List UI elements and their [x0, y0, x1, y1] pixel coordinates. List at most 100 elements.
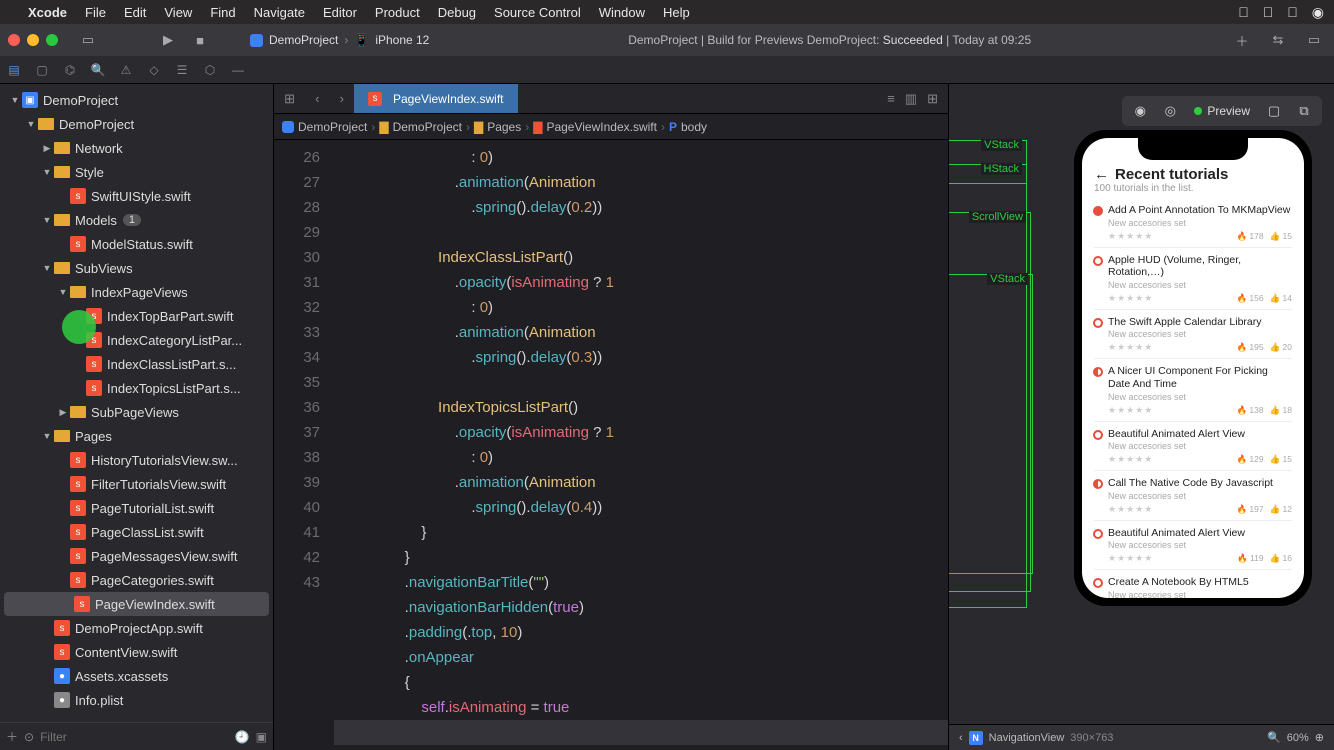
tree-node[interactable]: sModelStatus.swift [0, 232, 273, 256]
app-menu[interactable]: Xcode [28, 5, 67, 20]
recent-files-icon[interactable]: 🕘 [235, 730, 250, 744]
filter-input[interactable] [40, 730, 229, 744]
tree-node[interactable]: ▼▣DemoProject [0, 88, 273, 112]
run-button[interactable]: ▶ [156, 30, 180, 50]
debug-navigator-tab[interactable]: ☰ [174, 63, 190, 77]
menu-edit[interactable]: Edit [124, 5, 146, 20]
menu-navigate[interactable]: Navigate [254, 5, 305, 20]
preview-duplicate-button[interactable]: ⧉ [1292, 100, 1316, 122]
control-center-icon[interactable]: 􀜊 [1287, 4, 1298, 21]
spotlight-icon[interactable]: 􀊫 [1263, 4, 1274, 21]
add-button[interactable]: ＋ [1230, 30, 1254, 50]
scm-filter-icon[interactable]: ▣ [256, 730, 267, 744]
statusbar-zoom[interactable]: 60% [1287, 732, 1309, 744]
toggle-inspector-button[interactable]: ▭ [1302, 30, 1326, 50]
menu-debug[interactable]: Debug [438, 5, 476, 20]
tree-node[interactable]: ▼DemoProject [0, 112, 273, 136]
menu-file[interactable]: File [85, 5, 106, 20]
preview-play-button[interactable]: ◉ [1128, 100, 1152, 122]
nav-back-button[interactable]: ‹ [315, 91, 319, 106]
adjust-editor-icon[interactable]: ▥ [905, 91, 917, 107]
menu-find[interactable]: Find [210, 5, 235, 20]
jumpbar-seg[interactable]: Pages [487, 120, 521, 134]
tree-node[interactable]: sPageCategories.swift [0, 568, 273, 592]
filter-scope-icon[interactable]: ⊙ [24, 730, 34, 744]
symbol-navigator-tab[interactable]: ⌬ [62, 63, 78, 77]
minimap-toggle-icon[interactable]: ≡ [887, 91, 895, 106]
file-tree[interactable]: ▼▣DemoProject▼DemoProject▶Network▼Styles… [0, 84, 273, 722]
jumpbar-seg[interactable]: DemoProject [393, 120, 462, 134]
source-control-navigator-tab[interactable]: ▢ [34, 63, 50, 77]
back-icon[interactable]: ← [1094, 166, 1109, 183]
zoom-window-button[interactable] [46, 34, 58, 46]
tree-node[interactable]: ▶SubPageViews [0, 400, 273, 424]
zoom-in-icon[interactable]: ⊕ [1315, 731, 1324, 744]
tree-node[interactable]: ▼IndexPageViews [0, 280, 273, 304]
add-editor-icon[interactable]: ⊞ [927, 91, 938, 107]
related-items-button[interactable]: ⊞ [284, 91, 295, 107]
wifi-icon[interactable]: 􀙇 [1238, 4, 1249, 21]
tree-node[interactable]: sSwiftUIStyle.swift [0, 184, 273, 208]
tree-node[interactable]: sIndexCategoryListPar... [0, 328, 273, 352]
tree-node[interactable]: sDemoProjectApp.swift [0, 616, 273, 640]
menu-view[interactable]: View [164, 5, 192, 20]
tree-node[interactable]: ▼Style [0, 160, 273, 184]
tree-node[interactable]: ▶Network [0, 136, 273, 160]
tree-node[interactable]: sIndexTopicsListPart.s... [0, 376, 273, 400]
preview-list[interactable]: Add A Point Annotation To MKMapViewNew a… [1082, 198, 1304, 598]
device-screen[interactable]: ←Recent tutorials 100 tutorials in the l… [1082, 138, 1304, 598]
report-navigator-tab[interactable]: — [230, 63, 246, 77]
zoom-out-icon[interactable]: 🔍 [1267, 731, 1281, 744]
list-item[interactable]: Beautiful Animated Alert ViewNew accesor… [1094, 521, 1292, 571]
breakpoint-navigator-tab[interactable]: ⬡ [202, 63, 218, 77]
user-icon[interactable]: ◉ [1312, 4, 1324, 21]
tree-node[interactable]: sIndexClassListPart.s... [0, 352, 273, 376]
review-button[interactable]: ⇆ [1266, 30, 1290, 50]
list-item[interactable]: Call The Native Code By JavascriptNew ac… [1094, 471, 1292, 521]
tree-node[interactable]: sPageClassList.swift [0, 520, 273, 544]
jump-bar[interactable]: DemoProject› ▇ DemoProject› ▇ Pages› ▇ P… [274, 114, 948, 140]
tree-node[interactable]: ▼SubViews [0, 256, 273, 280]
find-navigator-tab[interactable]: 🔍 [90, 63, 106, 77]
code-editor[interactable]: 262728293031323334353637383940414243 : 0… [274, 140, 948, 750]
project-navigator-tab[interactable]: ▤ [6, 63, 22, 77]
test-navigator-tab[interactable]: ◇ [146, 63, 162, 77]
list-item[interactable]: Apple HUD (Volume, Ringer, Rotation,…)Ne… [1094, 248, 1292, 310]
scheme-selector[interactable]: DemoProject › 📱 iPhone 12 [250, 33, 429, 47]
preview-inspect-button[interactable]: ◎ [1158, 100, 1182, 122]
nav-forward-button[interactable]: › [340, 91, 344, 106]
source-view[interactable]: : 0) .animation(Animation .spring().dela… [334, 140, 948, 750]
list-item[interactable]: The Swift Apple Calendar LibraryNew acce… [1094, 310, 1292, 360]
close-window-button[interactable] [8, 34, 20, 46]
menu-source-control[interactable]: Source Control [494, 5, 581, 20]
tree-node[interactable]: sHistoryTutorialsView.sw... [0, 448, 273, 472]
activity-viewer[interactable]: DemoProject | Build for Previews DemoPro… [437, 33, 1222, 47]
list-item[interactable]: Beautiful Animated Alert ViewNew accesor… [1094, 422, 1292, 472]
preview-device-button[interactable]: ▢ [1262, 100, 1286, 122]
tree-node[interactable]: ●Info.plist [0, 688, 273, 712]
tree-node[interactable]: sIndexTopBarPart.swift [0, 304, 273, 328]
menu-window[interactable]: Window [599, 5, 645, 20]
add-file-button[interactable]: ＋ [6, 728, 18, 745]
list-item[interactable]: A Nicer UI Component For Picking Date An… [1094, 359, 1292, 421]
tree-node[interactable]: sPageMessagesView.swift [0, 544, 273, 568]
zoom-out-button[interactable]: ‹ [959, 732, 963, 744]
stop-button[interactable]: ■ [188, 30, 212, 50]
menu-product[interactable]: Product [375, 5, 420, 20]
jumpbar-seg[interactable]: body [681, 120, 707, 134]
issue-navigator-tab[interactable]: ⚠ [118, 63, 134, 77]
tree-node[interactable]: sPageViewIndex.swift [4, 592, 269, 616]
tree-node[interactable]: ▼Models1 [0, 208, 273, 232]
list-item[interactable]: Create A Notebook By HTML5New accesories… [1094, 570, 1292, 598]
toggle-navigator-button[interactable]: ▭ [76, 30, 100, 50]
tree-node[interactable]: sContentView.swift [0, 640, 273, 664]
menu-editor[interactable]: Editor [323, 5, 357, 20]
jumpbar-seg[interactable]: DemoProject [298, 120, 367, 134]
jumpbar-seg[interactable]: PageViewIndex.swift [546, 120, 657, 134]
menu-help[interactable]: Help [663, 5, 690, 20]
preview-live-indicator[interactable]: Preview [1188, 104, 1256, 118]
preview-canvas[interactable]: VStack HStack ScrollView VStack ←Recent … [949, 84, 1334, 724]
tree-node[interactable]: ●Assets.xcassets [0, 664, 273, 688]
tree-node[interactable]: ▼Pages [0, 424, 273, 448]
tree-node[interactable]: sFilterTutorialsView.swift [0, 472, 273, 496]
